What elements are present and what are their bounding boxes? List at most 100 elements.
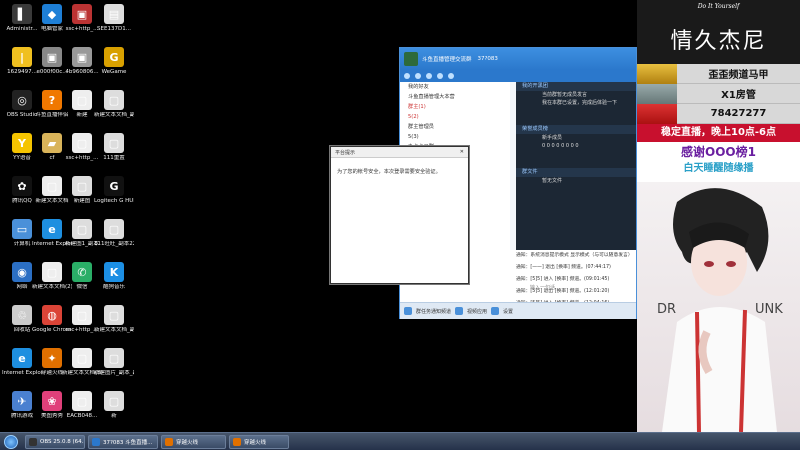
taskbar: OBS 25.0.8 (64...) 37?083 斗鱼直播... 穿越火线 穿越火线 <box>0 432 800 450</box>
tool-icon[interactable] <box>404 73 410 79</box>
close-icon[interactable]: ✕ <box>460 149 464 155</box>
desktop-icon[interactable]: ▤ SEE137D1... <box>96 2 132 46</box>
diy-banner: Do It Yourself <box>637 0 800 14</box>
desktop-icon-label: 111旺旺_副本22222_... <box>94 241 134 247</box>
group-info-dark: 我的开黑团 当前群暂无成员发言 我在本群已设置，完成后体验一下 荣誉成员榜 新手成员 0 … <box>516 82 636 250</box>
chat-message: 通知：[5]5] 进入 [换率] 频道。(09:01:45) <box>516 277 610 282</box>
app-icon: ✈ <box>12 391 32 411</box>
desktop-icon[interactable]: ▢ 111重置 <box>96 131 132 175</box>
app-icon: ✆ <box>72 262 92 282</box>
dialog-title: 平台提示 <box>335 149 356 156</box>
desktop-icon[interactable]: K 酷狗音乐 <box>96 260 132 304</box>
bottom-bar-button[interactable]: 视频应用 <box>467 308 487 315</box>
app-icon: ▢ <box>104 90 124 110</box>
desktop-icon[interactable]: ▢ ssc+http_... <box>64 303 100 347</box>
app-icon: ◎ <box>12 90 32 110</box>
section-line: 我在本群已设置，完成后体验一下 <box>542 100 618 106</box>
security-dialog: 平台提示 ✕ 为了您的帐号安全，本次登录需要安全验证。 <box>330 146 469 284</box>
section-line: 暂无文件 <box>542 178 563 184</box>
overlay-row-text: 歪歪频道马甲 <box>708 70 769 81</box>
desktop-icon-label: 新建文本文档_副本_副本 <box>94 327 134 333</box>
tool-icon[interactable] <box>437 73 443 79</box>
message-input[interactable]: 输入一句话... <box>530 284 560 291</box>
bottom-bar-button[interactable]: 群任务通知频道 <box>416 308 451 315</box>
desktop-icon[interactable]: ▢ 新建文本文档_副本3333_副本 <box>94 88 134 132</box>
app-icon: ▢ <box>104 305 124 325</box>
desktop-icon[interactable]: ▢ 新建 <box>64 88 100 132</box>
qq-window-titlebar[interactable]: 斗鱼直播管理交流群 37?083 <box>400 48 636 70</box>
app-icon: e <box>42 219 62 239</box>
section-header: 我的开黑团 <box>516 82 636 91</box>
streamer-name: 情久杰尼 <box>637 14 800 64</box>
app-icon: ▤ <box>104 4 124 24</box>
section-header: 荣誉成员榜 <box>516 125 636 134</box>
taskbar-item[interactable]: OBS 25.0.8 (64...) <box>25 434 85 449</box>
desktop-icon[interactable]: ▢ ssc+http_... <box>64 131 100 175</box>
group-info-panel: 我的开黑团 当前群暂无成员发言 我在本群已设置，完成后体验一下 荣誉成员榜 新手成员 0 … <box>510 82 636 316</box>
qq-toolbar <box>400 70 636 82</box>
group-avatar <box>404 52 418 66</box>
thanks-text: 感谢OOO榜1 <box>637 142 800 162</box>
overlay-row-text: 78427277 <box>710 108 767 119</box>
desktop-icon[interactable]: ▣ ssc+http_... <box>64 2 100 46</box>
desktop-icon[interactable]: ▢ 新建图 <box>64 174 100 218</box>
desktop-icon-label: WeGame <box>101 69 127 75</box>
app-icon: ▢ <box>104 219 124 239</box>
desktop-icon[interactable]: ✆ 微信 <box>64 260 100 304</box>
desktop-icon[interactable]: ▢ EACB048... <box>64 389 100 433</box>
app-icon: ▢ <box>72 348 92 368</box>
tool-icon[interactable] <box>415 73 421 79</box>
desktop-icon-label: 111重置 <box>103 155 125 161</box>
tool-icon[interactable] <box>448 73 454 79</box>
app-icon: ◍ <box>42 305 62 325</box>
dialog-message: 为了您的帐号安全，本次登录需要安全验证。 <box>337 169 441 175</box>
desktop-icon[interactable]: ▢ 111旺旺_副本22222_... <box>94 217 134 261</box>
desktop-icon-label: 新 <box>111 413 117 419</box>
tree-item[interactable]: 我的好友 <box>400 82 510 92</box>
app-icon: K <box>104 262 124 282</box>
tool-icon[interactable] <box>426 73 432 79</box>
app-icon: ▰ <box>42 133 62 153</box>
taskbar-item-label: 穿越火线 <box>244 439 267 446</box>
app-icon: ◆ <box>42 4 62 24</box>
section-line: 0 0 0 0 0 0 0 0 <box>542 143 579 149</box>
tree-item[interactable]: 5(2) <box>400 112 510 122</box>
bottom-bar-icon[interactable] <box>491 307 500 315</box>
desktop-icon[interactable]: ▢ 新建文本文档_副本_副本 <box>94 303 134 347</box>
bottom-bar-icon[interactable] <box>455 307 464 315</box>
taskbar-app-icon <box>165 437 173 446</box>
tree-item[interactable]: 群主(1) <box>400 102 510 112</box>
bottom-bar-icon[interactable] <box>404 307 412 315</box>
app-icon: ▢ <box>72 305 92 325</box>
desktop-icon[interactable]: ▢ 新建图1_副本 <box>64 217 100 261</box>
app-icon: ▢ <box>72 391 92 411</box>
tree-item[interactable]: 5(3) <box>400 132 510 142</box>
app-icon: ▢ <box>72 133 92 153</box>
taskbar-item[interactable]: 穿越火线 <box>229 434 289 449</box>
app-icon: ▣ <box>72 47 92 67</box>
desktop-icon-label: 酷狗音乐 <box>102 284 125 290</box>
day-schedule: 白天睡醒随缘播 <box>637 162 800 176</box>
desktop-icon[interactable]: G WeGame <box>96 45 132 89</box>
app-icon: ▣ <box>42 47 62 67</box>
art-text-left: DR <box>657 302 677 317</box>
app-icon: G <box>104 47 124 67</box>
qq-bottom-bar: 群任务通知频道 视频应用 设置 <box>400 302 636 319</box>
app-icon: G <box>104 176 124 196</box>
taskbar-item[interactable]: 37?083 斗鱼直播... <box>88 434 158 449</box>
app-icon: ▢ <box>42 176 62 196</box>
section-header: 群文件 <box>516 168 636 177</box>
desktop-icon[interactable]: ▢ 新 <box>96 389 132 433</box>
desktop-icon[interactable]: ▣ 4b960806... <box>64 45 100 89</box>
desktop-icon[interactable]: ▢ 新建图片_副本_副本 <box>94 346 134 390</box>
desktop-icon[interactable]: ▢ 新建文本文档(3) <box>62 346 102 390</box>
tree-item[interactable]: 群主管理员 <box>400 122 510 132</box>
desktop-icon[interactable]: G Logitech G HUB <box>94 174 134 218</box>
app-icon: | <box>12 47 32 67</box>
tree-item[interactable]: 斗鱼直播管理大本营 <box>400 92 510 102</box>
bottom-bar-button[interactable]: 设置 <box>503 308 513 315</box>
taskbar-item[interactable]: 穿越火线 <box>161 434 226 449</box>
qq-penguin-icon <box>637 103 677 124</box>
app-icon: Y <box>12 133 32 153</box>
start-button[interactable] <box>0 433 22 450</box>
